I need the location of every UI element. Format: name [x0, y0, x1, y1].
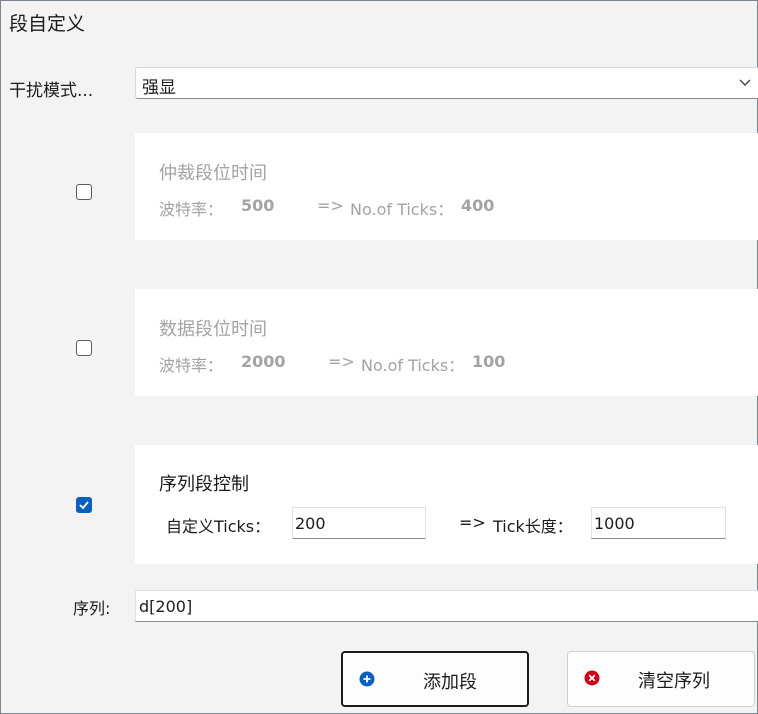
arbitration-card: 仲裁段位时间 波特率： 500 => No.of Ticks： 400	[135, 133, 758, 240]
sequence-control-title: 序列段控制	[159, 474, 249, 495]
arbitration-baud-label: 波特率：	[159, 200, 224, 219]
interference-mode-value: 强显	[142, 78, 176, 98]
arbitration-ticks-label: No.of Ticks：	[350, 200, 454, 219]
checkmark-icon	[79, 501, 89, 510]
data-phase-arrow: =>	[328, 352, 355, 371]
tick-length-label: Tick长度：	[493, 517, 573, 536]
arbitration-title: 仲裁段位时间	[159, 163, 267, 184]
sequence-arrow: =>	[459, 513, 486, 532]
data-phase-baud-label: 波特率：	[159, 356, 224, 375]
sequence-label: 序列:	[73, 599, 111, 618]
clear-sequence-label: 清空序列	[638, 671, 710, 692]
dialog-window: 段自定义 干扰模式... 强显 仲裁段位时间 波特率： 500 => No.of…	[0, 0, 758, 714]
interference-mode-label: 干扰模式...	[9, 81, 94, 101]
custom-ticks-label: 自定义Ticks：	[166, 517, 271, 536]
data-phase-ticks-label: No.of Ticks：	[361, 356, 465, 375]
data-phase-title: 数据段位时间	[159, 319, 267, 340]
sequence-control-card: 序列段控制 自定义Ticks： 200 => Tick长度： 1000	[135, 445, 758, 564]
data-phase-checkbox[interactable]	[76, 340, 92, 356]
custom-ticks-input[interactable]: 200	[292, 507, 426, 539]
data-phase-baud-value: 2000	[241, 352, 286, 371]
arbitration-ticks-value: 400	[461, 196, 495, 215]
data-phase-card: 数据段位时间 波特率： 2000 => No.of Ticks： 100	[135, 289, 758, 396]
clear-sequence-button[interactable]: 清空序列	[567, 651, 755, 707]
tick-length-input[interactable]: 1000	[591, 507, 726, 539]
arbitration-arrow: =>	[317, 196, 344, 215]
sequence-control-checkbox[interactable]	[76, 497, 92, 513]
arbitration-checkbox[interactable]	[76, 184, 92, 200]
plus-circle-icon	[359, 671, 375, 692]
arbitration-baud-value: 500	[241, 196, 275, 215]
sequence-input[interactable]: d[200]	[135, 590, 758, 622]
dialog-title: 段自定义	[9, 13, 86, 35]
chevron-down-icon	[738, 74, 752, 93]
add-segment-label: 添加段	[423, 672, 477, 693]
interference-mode-select[interactable]: 强显	[135, 67, 758, 99]
data-phase-ticks-value: 100	[472, 352, 506, 371]
close-circle-icon	[584, 670, 600, 691]
add-segment-button[interactable]: 添加段	[341, 651, 529, 707]
